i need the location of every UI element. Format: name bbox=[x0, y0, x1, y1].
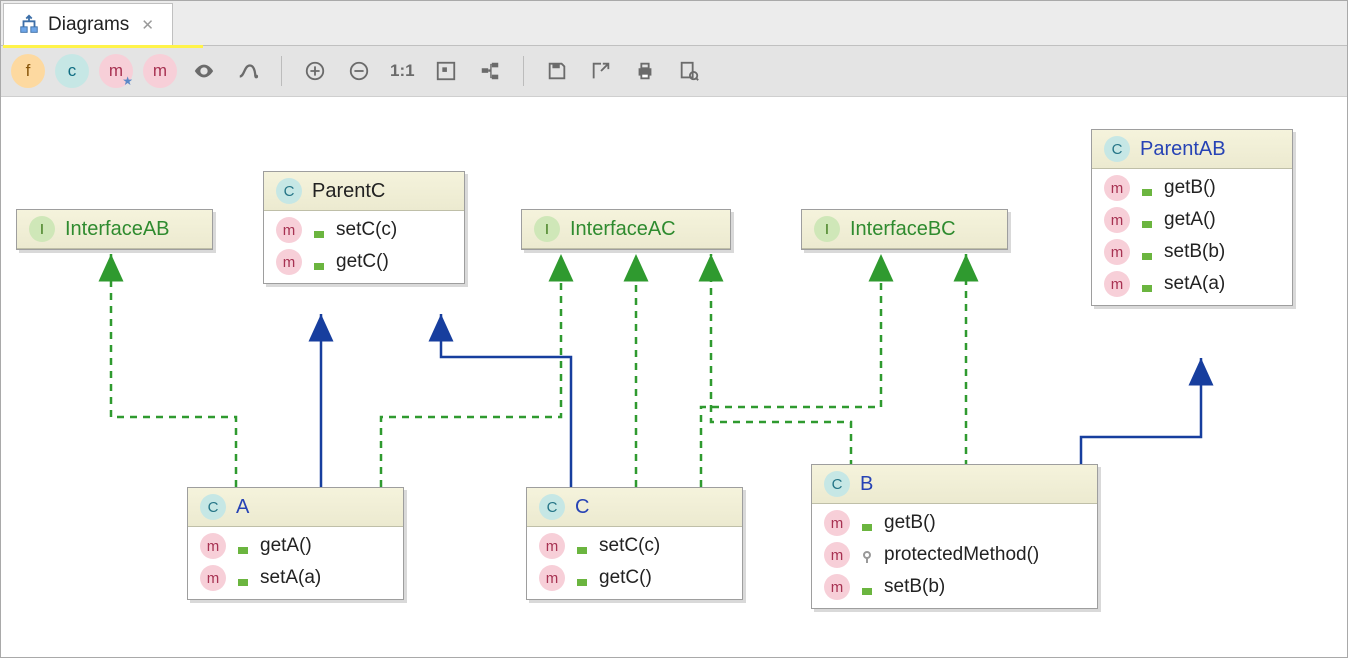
close-icon[interactable]: ✕ bbox=[137, 16, 158, 34]
zoom-actual-button[interactable]: 1:1 bbox=[386, 54, 419, 88]
node-a[interactable]: C A mgetA() msetA(a) bbox=[187, 487, 404, 600]
node-title: ParentAB bbox=[1140, 138, 1226, 161]
node-title: A bbox=[236, 496, 249, 519]
member-row: msetA(a) bbox=[200, 565, 391, 591]
method-icon: m bbox=[276, 217, 302, 243]
member-row: msetC(c) bbox=[539, 533, 730, 559]
member-row: mgetB() bbox=[1104, 175, 1280, 201]
filter-constructors-button[interactable]: c bbox=[55, 54, 89, 88]
star-icon: ★ bbox=[122, 74, 133, 88]
node-title: ParentC bbox=[312, 180, 385, 203]
node-title: B bbox=[860, 473, 873, 496]
node-title: InterfaceBC bbox=[850, 218, 956, 241]
tab-diagrams[interactable]: Diagrams ✕ bbox=[3, 3, 173, 45]
export-button[interactable] bbox=[584, 54, 618, 88]
interface-icon: I bbox=[534, 216, 560, 242]
node-parentAB[interactable]: C ParentAB mgetB() mgetA() msetB(b) mset… bbox=[1091, 129, 1293, 306]
public-icon bbox=[312, 223, 326, 237]
public-icon bbox=[312, 255, 326, 269]
protected-icon bbox=[860, 548, 874, 562]
tab-label: Diagrams bbox=[48, 14, 129, 36]
public-icon bbox=[860, 580, 874, 594]
fit-content-button[interactable] bbox=[429, 54, 463, 88]
print-button[interactable] bbox=[628, 54, 662, 88]
filter-methods-all-button[interactable]: m bbox=[143, 54, 177, 88]
node-interfaceBC[interactable]: I InterfaceBC bbox=[801, 209, 1008, 250]
method-icon: m bbox=[276, 249, 302, 275]
interface-icon: I bbox=[29, 216, 55, 242]
class-icon: C bbox=[200, 494, 226, 520]
filter-methods-button[interactable]: m★ bbox=[99, 54, 133, 88]
tab-bar: Diagrams ✕ bbox=[1, 1, 1347, 46]
class-icon: C bbox=[824, 471, 850, 497]
member-row: mgetB() bbox=[824, 510, 1085, 536]
member-row: m getC() bbox=[276, 249, 452, 275]
edge-style-button[interactable] bbox=[231, 54, 265, 88]
member-row: msetB(b) bbox=[1104, 239, 1280, 265]
class-icon: C bbox=[1104, 136, 1130, 162]
member-row: m setC(c) bbox=[276, 217, 452, 243]
filter-fields-button[interactable]: f bbox=[11, 54, 45, 88]
member-row: mgetA() bbox=[200, 533, 391, 559]
member-row: msetA(a) bbox=[1104, 271, 1280, 297]
member-row: mgetC() bbox=[539, 565, 730, 591]
save-button[interactable] bbox=[540, 54, 574, 88]
zoom-out-button[interactable] bbox=[342, 54, 376, 88]
class-icon: C bbox=[539, 494, 565, 520]
interface-icon: I bbox=[814, 216, 840, 242]
public-icon bbox=[860, 516, 874, 530]
node-title: InterfaceAB bbox=[65, 218, 170, 241]
node-interfaceAC[interactable]: I InterfaceAC bbox=[521, 209, 731, 250]
visibility-button[interactable] bbox=[187, 54, 221, 88]
layout-button[interactable] bbox=[473, 54, 507, 88]
node-b[interactable]: C B mgetB() mprotectedMethod() msetB(b) bbox=[811, 464, 1098, 609]
zoom-in-button[interactable] bbox=[298, 54, 332, 88]
diagram-icon bbox=[18, 14, 40, 36]
member-row: msetB(b) bbox=[824, 574, 1085, 600]
node-interfaceAB[interactable]: I InterfaceAB bbox=[16, 209, 213, 250]
toolbar: f c m★ m 1:1 bbox=[1, 46, 1347, 97]
diagram-canvas[interactable]: I InterfaceAB C ParentC m setC(c) m getC… bbox=[1, 97, 1347, 657]
class-icon: C bbox=[276, 178, 302, 204]
member-row: mprotectedMethod() bbox=[824, 542, 1085, 568]
node-c[interactable]: C C msetC(c) mgetC() bbox=[526, 487, 743, 600]
node-title: C bbox=[575, 496, 589, 519]
node-title: InterfaceAC bbox=[570, 218, 676, 241]
node-parentC[interactable]: C ParentC m setC(c) m getC() bbox=[263, 171, 465, 284]
preview-button[interactable] bbox=[672, 54, 706, 88]
member-row: mgetA() bbox=[1104, 207, 1280, 233]
